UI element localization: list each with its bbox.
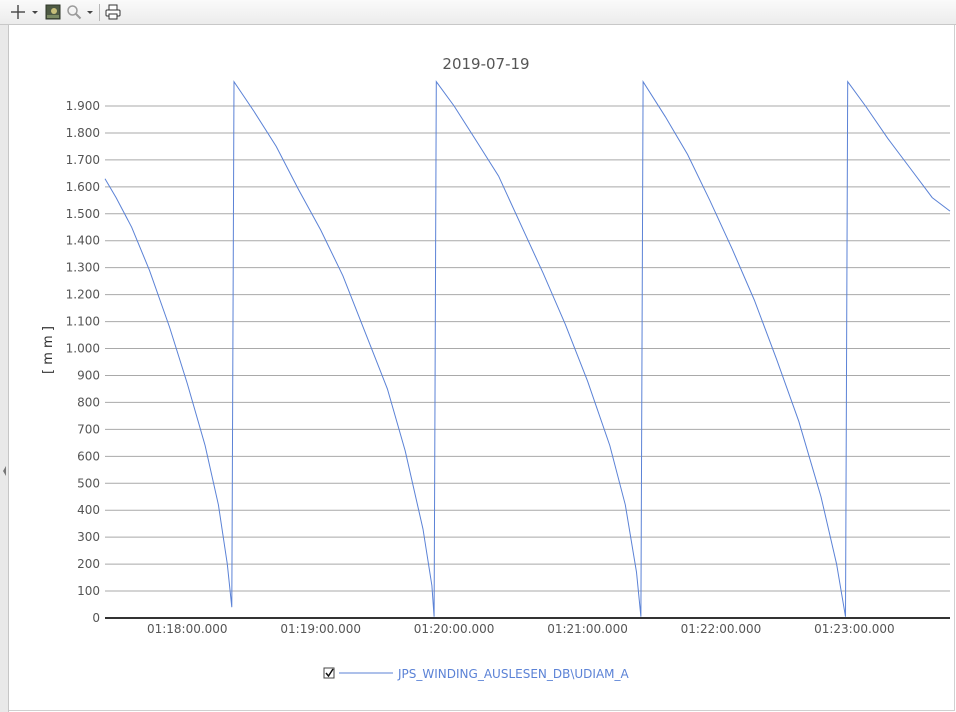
x-tick-label: 01:19:00.000: [280, 622, 361, 636]
y-tick-label: 1.800: [66, 126, 100, 140]
x-tick-label: 01:20:00.000: [414, 622, 495, 636]
chart-title: 2019-07-19: [442, 55, 529, 73]
y-tick-label: 400: [77, 503, 100, 517]
y-tick-label: 600: [77, 449, 100, 463]
legend-label: JPS_WINDING_AUSLESEN_DB\UDIAM_A: [397, 667, 630, 681]
y-tick-label: 1.900: [66, 99, 100, 113]
y-tick-label: 1.200: [66, 288, 100, 302]
y-tick-label: 300: [77, 530, 100, 544]
y-axis-ticks: 0 100 200 300 400 500 600 700 800 900 1.000 1.100 1.…: [66, 99, 100, 625]
line-chart: 2019-07-19 [ m m ] 0 100 200 300 400 500 600 70…: [41, 55, 951, 681]
y-tick-label: 200: [77, 557, 100, 571]
series-line: [104, 79, 951, 617]
y-tick-label: 1.300: [66, 261, 100, 275]
y-tick-label: 1.400: [66, 234, 100, 248]
y-tick-label: 900: [77, 368, 100, 382]
y-tick-label: 100: [77, 584, 100, 598]
x-tick-label: 01:21:00.000: [547, 622, 628, 636]
x-tick-label: 01:18:00.000: [147, 622, 228, 636]
y-tick-label: 1.000: [66, 342, 100, 356]
y-tick-label: 0: [92, 611, 100, 625]
legend: JPS_WINDING_AUSLESEN_DB\UDIAM_A: [323, 667, 630, 681]
y-tick-label: 500: [77, 476, 100, 490]
x-tick-label: 01:22:00.000: [681, 622, 762, 636]
x-axis-ticks: 01:18:00.000 01:19:00.000 01:20:00.000 01:2…: [147, 622, 895, 636]
y-tick-label: 700: [77, 422, 100, 436]
y-tick-label: 1.100: [66, 315, 100, 329]
y-tick-label: 800: [77, 395, 100, 409]
y-axis-label: [ m m ]: [41, 326, 56, 374]
y-tick-label: 1.600: [66, 180, 100, 194]
series-lines: [104, 79, 951, 617]
x-tick-label: 01:23:00.000: [814, 622, 895, 636]
y-tick-label: 1.700: [66, 153, 100, 167]
y-tick-label: 1.500: [66, 207, 100, 221]
